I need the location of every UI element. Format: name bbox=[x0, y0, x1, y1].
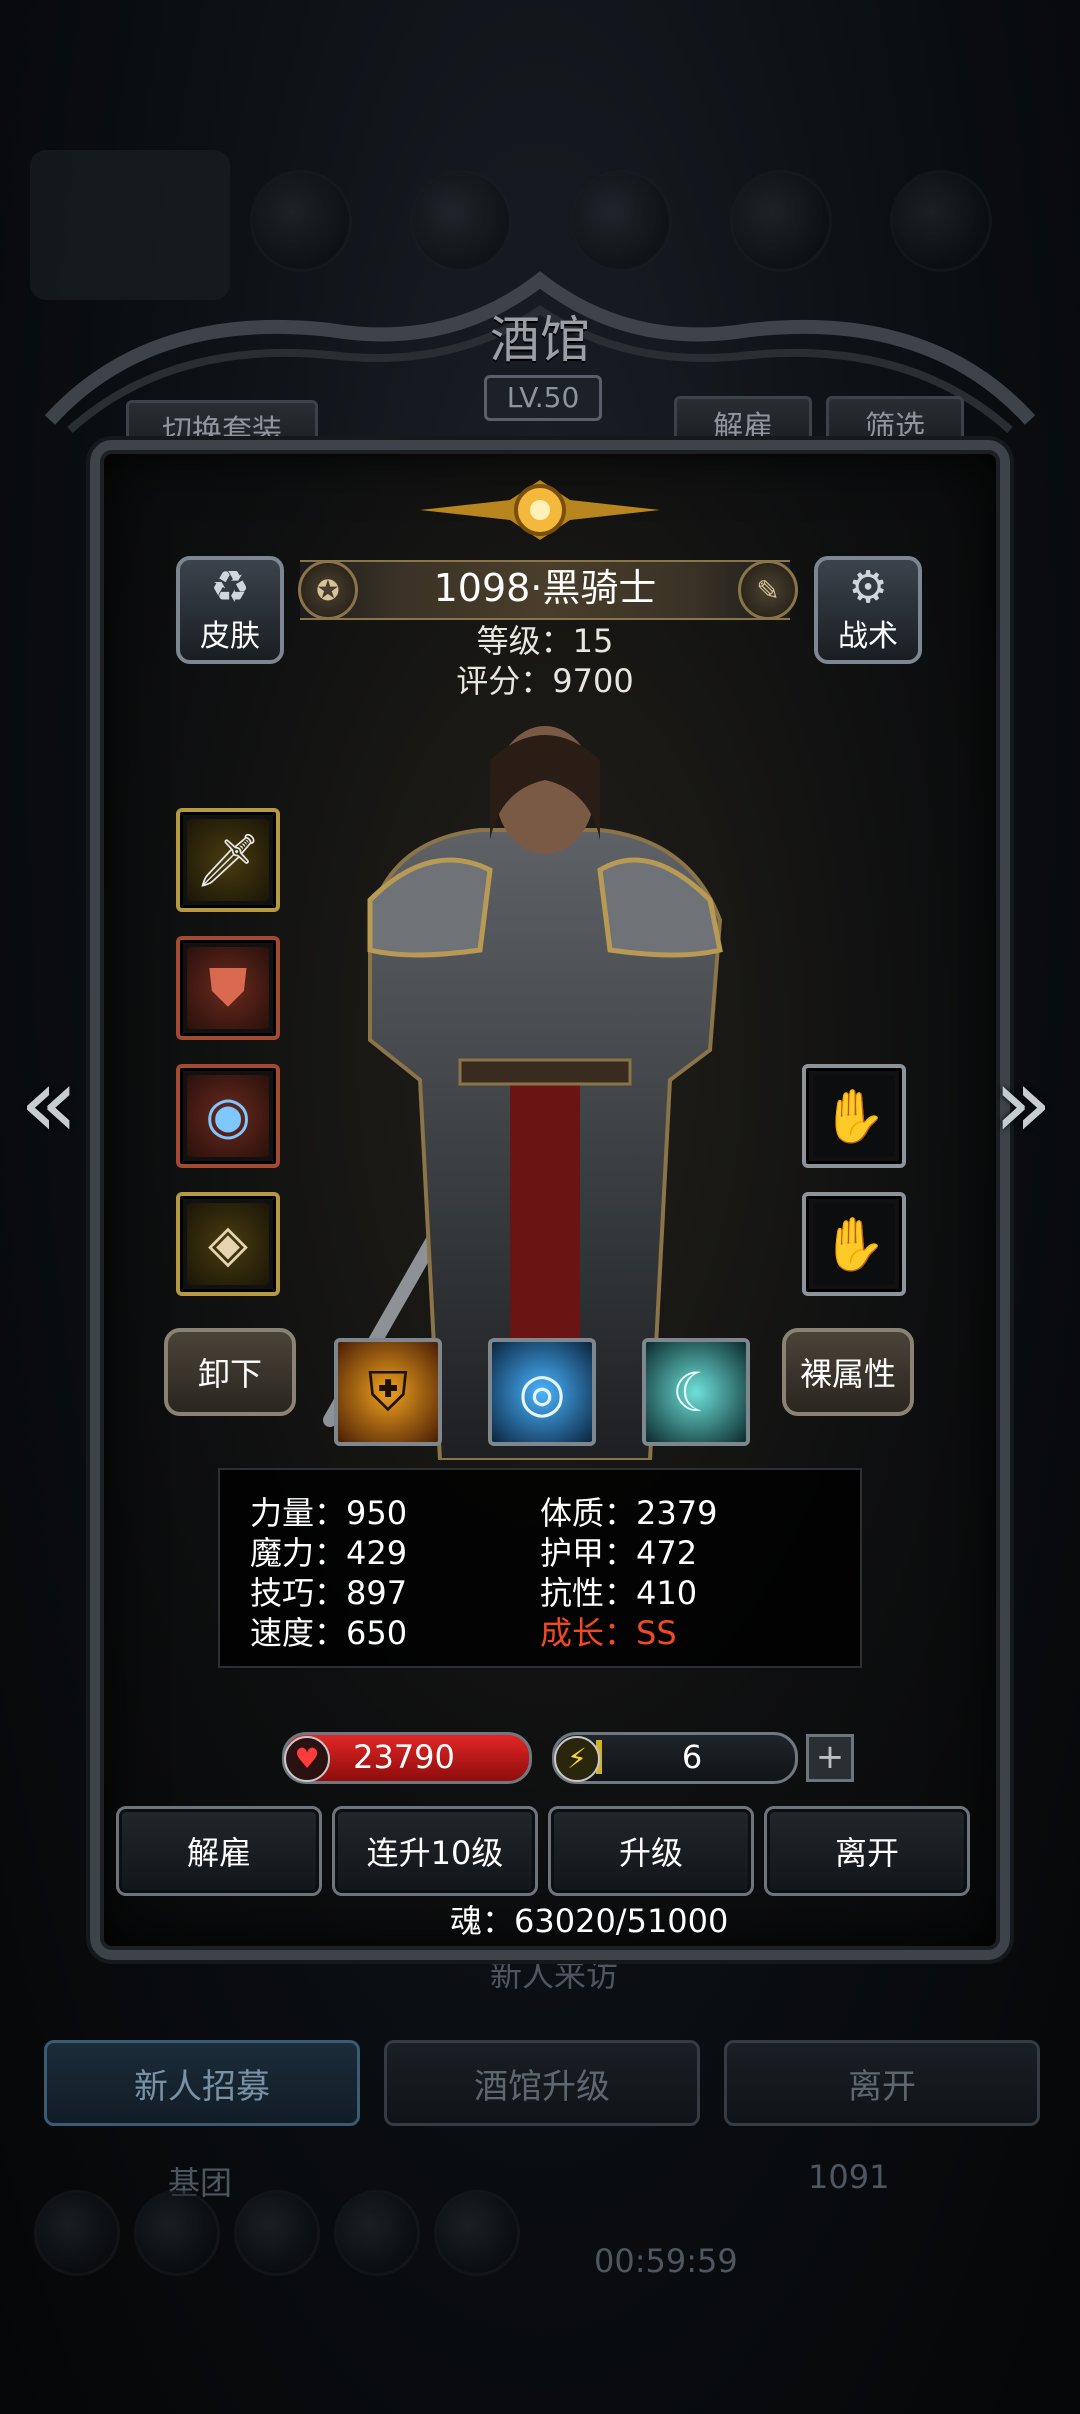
shield-skill-icon[interactable]: ⛨ bbox=[334, 1338, 442, 1446]
gauntlet-slot-1[interactable]: ✋ bbox=[802, 1064, 906, 1168]
amulet-icon: ◉ bbox=[187, 1075, 269, 1157]
hero-name: 1098·黑骑士 bbox=[433, 566, 657, 610]
slash-skill-icon[interactable]: ☾ bbox=[642, 1338, 750, 1446]
sword-icon: 🗡 bbox=[187, 819, 269, 901]
armor-icon: ⛊ bbox=[187, 947, 269, 1029]
eye-skill-icon[interactable]: ◎ bbox=[488, 1338, 596, 1446]
tactics-button[interactable]: ⚙ 战术 bbox=[814, 556, 922, 664]
level-up-button[interactable]: 升级 bbox=[548, 1806, 754, 1896]
tavern-title: 酒馆 bbox=[490, 311, 590, 369]
gauntlet-icon: ✋ bbox=[813, 1075, 895, 1157]
hp-value: 23790 bbox=[353, 1738, 455, 1776]
menu-circle-icon bbox=[730, 170, 832, 272]
armor-slot[interactable]: ⛊ bbox=[176, 936, 280, 1040]
amulet-slot[interactable]: ◉ bbox=[176, 1064, 280, 1168]
gold-count: 1091 bbox=[808, 2158, 890, 2196]
bottom-menu-icon[interactable] bbox=[234, 2190, 320, 2276]
menu-circle-icon bbox=[570, 170, 672, 272]
timer: 00:59:59 bbox=[594, 2242, 738, 2280]
prev-hero-arrow-icon[interactable]: « bbox=[14, 1048, 84, 1158]
hero-score: 评分：9700 bbox=[456, 662, 634, 700]
bottom-menu-icon[interactable] bbox=[134, 2190, 220, 2276]
menu-circle-icon bbox=[410, 170, 512, 272]
stat-speed: 速度：650 bbox=[250, 1614, 408, 1652]
next-hero-arrow-icon[interactable]: » bbox=[988, 1048, 1058, 1158]
weapon-slot[interactable]: 🗡 bbox=[176, 808, 280, 912]
scroll-icon: ◈ bbox=[187, 1203, 269, 1285]
stats-panel: 力量：950 体质：2379 魔力：429 护甲：472 技巧：897 抗性：4… bbox=[218, 1468, 862, 1668]
stat-growth: 成长：SS bbox=[540, 1614, 677, 1652]
scroll-slot[interactable]: ◈ bbox=[176, 1192, 280, 1296]
sun-emblem-icon bbox=[420, 480, 660, 540]
leave-button[interactable]: 离开 bbox=[764, 1806, 970, 1896]
menu-circle-icon bbox=[250, 170, 352, 272]
gauntlet-icon: ✋ bbox=[813, 1203, 895, 1285]
bottom-menu-icon[interactable] bbox=[34, 2190, 120, 2276]
energy-value: 6 bbox=[681, 1738, 703, 1776]
tactics-label: 战术 bbox=[838, 619, 898, 654]
shirt-icon: ♻ bbox=[210, 562, 250, 613]
dismiss-button[interactable]: 解雇 bbox=[116, 1806, 322, 1896]
base-attributes-button[interactable]: 裸属性 bbox=[782, 1328, 914, 1416]
bottom-menu-icon[interactable] bbox=[334, 2190, 420, 2276]
gear-icon: ⚙ bbox=[848, 562, 888, 613]
skin-label: 皮肤 bbox=[200, 619, 260, 654]
bottom-menu-icon[interactable] bbox=[434, 2190, 520, 2276]
add-energy-button[interactable]: + bbox=[806, 1734, 854, 1782]
menu-circle-icon bbox=[890, 170, 992, 272]
level-up-10-button[interactable]: 连升10级 bbox=[332, 1806, 538, 1896]
soul-counter: 魂：63020/51000 bbox=[450, 1902, 729, 1940]
tavern-leave-button[interactable]: 离开 bbox=[724, 2040, 1040, 2126]
gauntlet-slot-2[interactable]: ✋ bbox=[802, 1192, 906, 1296]
tavern-level: LV.50 bbox=[484, 375, 602, 421]
skin-button[interactable]: ♻ 皮肤 bbox=[176, 556, 284, 664]
tavern-upgrade-button[interactable]: 酒馆升级 bbox=[384, 2040, 700, 2126]
recruit-button[interactable]: 新人招募 bbox=[44, 2040, 360, 2126]
unequip-button[interactable]: 卸下 bbox=[164, 1328, 296, 1416]
